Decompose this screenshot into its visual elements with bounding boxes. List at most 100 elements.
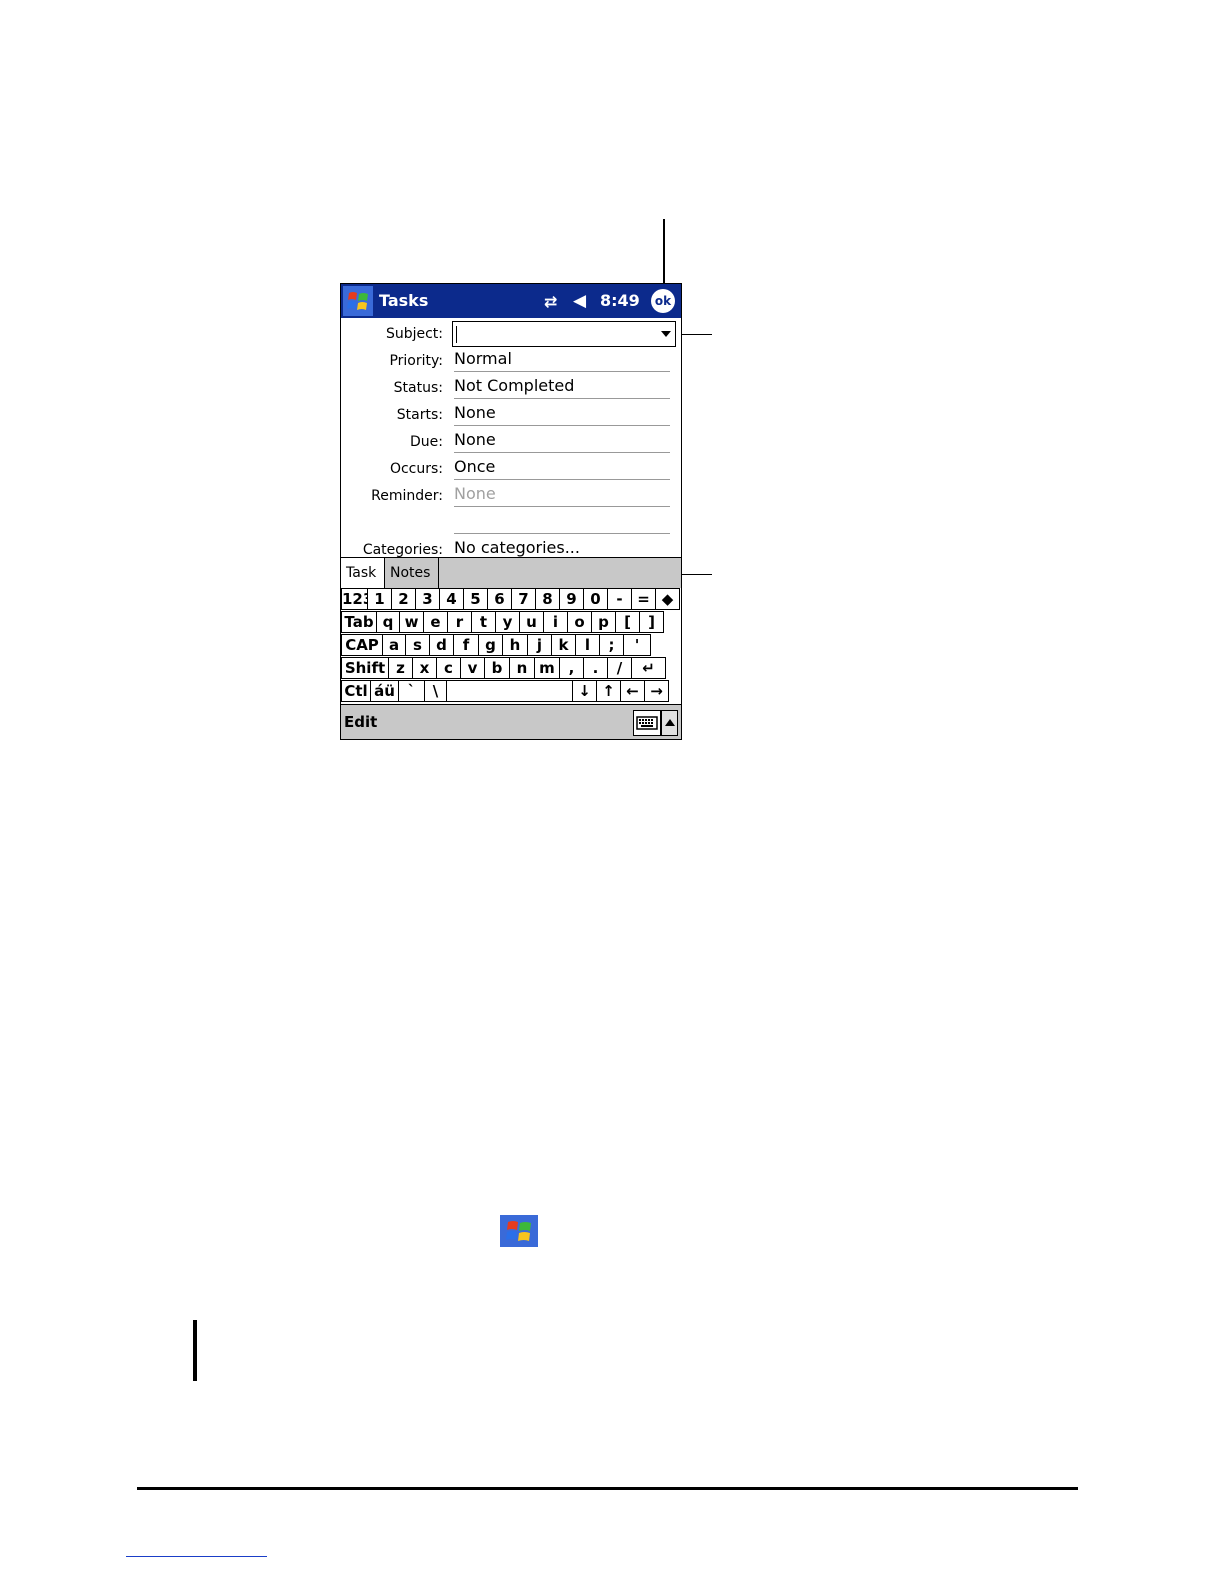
keyboard-key[interactable]: → bbox=[645, 680, 669, 702]
keyboard-key[interactable]: d bbox=[430, 634, 454, 656]
keyboard-key[interactable]: h bbox=[503, 634, 528, 656]
keyboard-key[interactable]: , bbox=[560, 657, 584, 679]
tab-task[interactable]: Task bbox=[341, 558, 385, 588]
keyboard-row: Tab q w e r t y u i o p[] bbox=[341, 611, 681, 634]
clock-time[interactable]: 8:49 bbox=[600, 291, 640, 310]
field-value[interactable]: None bbox=[454, 430, 670, 453]
keyboard-key[interactable]: c bbox=[437, 657, 461, 679]
keyboard-key[interactable]: t bbox=[472, 611, 496, 633]
keyboard-key[interactable]: Shift bbox=[341, 657, 389, 679]
form-row-due[interactable]: Due: None bbox=[341, 428, 681, 454]
keyboard-key[interactable]: n bbox=[510, 657, 535, 679]
start-menu-icon[interactable] bbox=[343, 286, 373, 316]
keyboard-icon[interactable] bbox=[633, 710, 661, 736]
field-label: Reminder: bbox=[371, 488, 443, 504]
keyboard-key[interactable]: ' bbox=[624, 634, 651, 656]
keyboard-key[interactable]: w bbox=[400, 611, 424, 633]
keyboard-key[interactable]: y bbox=[496, 611, 520, 633]
keyboard-key[interactable]: [ bbox=[616, 611, 640, 633]
keyboard-key[interactable]: 123 bbox=[341, 588, 373, 610]
keyboard-row: CAP a s d f g h j k l; ' bbox=[341, 634, 681, 657]
keyboard-key[interactable]: ◆ bbox=[656, 588, 680, 610]
keyboard-key[interactable]: b bbox=[485, 657, 510, 679]
keyboard-key[interactable]: 2 bbox=[392, 588, 416, 610]
field-value[interactable]: Once bbox=[454, 457, 670, 480]
field-value[interactable]: Not Completed bbox=[454, 376, 670, 399]
keyboard-key[interactable]: 9 bbox=[560, 588, 584, 610]
keyboard-key[interactable]: 1 bbox=[368, 588, 392, 610]
keyboard-key[interactable]: 4 bbox=[440, 588, 464, 610]
field-label: Subject: bbox=[385, 326, 443, 342]
keyboard-key[interactable]: 0 bbox=[584, 588, 608, 610]
callout-line-ok bbox=[663, 219, 665, 287]
keyboard-key[interactable]: . bbox=[584, 657, 608, 679]
connectivity-icon[interactable]: ⇄ bbox=[544, 292, 557, 311]
keyboard-key[interactable]: ↵ bbox=[632, 657, 666, 679]
keyboard-key[interactable]: 5 bbox=[464, 588, 488, 610]
keyboard-key[interactable]: i bbox=[544, 611, 568, 633]
field-value[interactable]: None bbox=[454, 403, 670, 426]
keyboard-key[interactable]: 8 bbox=[536, 588, 560, 610]
up-arrow-icon bbox=[665, 719, 675, 726]
keyboard-key[interactable]: 6 bbox=[488, 588, 512, 610]
speaker-muted-icon[interactable]: ◀ bbox=[573, 291, 586, 311]
keyboard-key[interactable]: v bbox=[461, 657, 485, 679]
footer-rule bbox=[137, 1487, 1078, 1490]
margin-change-bar bbox=[193, 1320, 197, 1381]
keyboard-key[interactable]: p bbox=[592, 611, 616, 633]
form-row-status[interactable]: Status: Not Completed bbox=[341, 374, 681, 400]
keyboard-key[interactable]: / bbox=[608, 657, 632, 679]
keyboard-key[interactable]: r bbox=[448, 611, 472, 633]
menu-bar: Edit bbox=[341, 704, 681, 739]
dropdown-arrow-icon[interactable] bbox=[661, 331, 671, 337]
keyboard-key[interactable]: f bbox=[454, 634, 479, 656]
tab-notes[interactable]: Notes bbox=[385, 558, 439, 588]
keyboard-key[interactable]: u bbox=[520, 611, 544, 633]
input-selector-arrow-button[interactable] bbox=[661, 710, 678, 736]
keyboard-key[interactable]: - bbox=[608, 588, 632, 610]
keyboard-key[interactable]: ] bbox=[640, 611, 664, 633]
edit-menu[interactable]: Edit bbox=[344, 713, 377, 731]
form-row-starts[interactable]: Starts: None bbox=[341, 401, 681, 427]
field-label: Categories: bbox=[362, 542, 443, 558]
keyboard-key[interactable]: j bbox=[528, 634, 552, 656]
keyboard-key[interactable]: s bbox=[406, 634, 430, 656]
keyboard-key[interactable]: g bbox=[479, 634, 503, 656]
keyboard-key[interactable]: \ bbox=[425, 680, 447, 702]
keyboard-key[interactable]: e bbox=[424, 611, 448, 633]
keyboard-key[interactable]: 7 bbox=[512, 588, 536, 610]
keyboard-key[interactable]: ← bbox=[621, 680, 645, 702]
form-row-occurs[interactable]: Occurs: Once bbox=[341, 455, 681, 481]
keyboard-key[interactable] bbox=[447, 680, 573, 702]
keyboard-key[interactable]: l bbox=[576, 634, 600, 656]
keyboard-key[interactable]: ` bbox=[399, 680, 425, 702]
keyboard-key[interactable]: ↑ bbox=[597, 680, 621, 702]
keyboard-key[interactable]: CAP bbox=[341, 634, 383, 656]
keyboard-key[interactable]: ↓ bbox=[573, 680, 597, 702]
keyboard-key[interactable]: 3 bbox=[416, 588, 440, 610]
keyboard-key[interactable]: a bbox=[383, 634, 406, 656]
field-value[interactable]: Normal bbox=[454, 349, 670, 372]
ok-button[interactable]: ok bbox=[651, 289, 675, 313]
title-bar: Tasks ⇄ ◀ 8:49 ok bbox=[341, 284, 681, 318]
keyboard-key[interactable]: áü bbox=[371, 680, 399, 702]
keyboard-row: 123 1 2 3 4 5 6 7 8 9 0- = ◆ bbox=[341, 588, 681, 611]
keyboard-key[interactable]: z bbox=[389, 657, 413, 679]
form-row-blank bbox=[341, 509, 681, 535]
tab-bar: Task Notes bbox=[341, 557, 681, 589]
form-row-reminder[interactable]: Reminder: None bbox=[341, 482, 681, 508]
keyboard-key[interactable]: Ctl bbox=[341, 680, 371, 702]
keyboard-key[interactable]: x bbox=[413, 657, 437, 679]
keyboard-key[interactable]: k bbox=[552, 634, 576, 656]
field-label: Starts: bbox=[396, 407, 443, 423]
keyboard-key[interactable]: = bbox=[632, 588, 656, 610]
keyboard-key[interactable]: ; bbox=[600, 634, 624, 656]
keyboard-key[interactable]: o bbox=[568, 611, 592, 633]
subject-input[interactable] bbox=[452, 321, 676, 347]
keyboard-key[interactable]: Tab bbox=[341, 611, 377, 633]
field-value[interactable]: None bbox=[454, 484, 670, 507]
keyboard-key[interactable]: q bbox=[377, 611, 400, 633]
keyboard-key[interactable]: m bbox=[535, 657, 560, 679]
start-logo-inline-icon bbox=[500, 1215, 538, 1247]
form-row-priority[interactable]: Priority: Normal bbox=[341, 347, 681, 373]
